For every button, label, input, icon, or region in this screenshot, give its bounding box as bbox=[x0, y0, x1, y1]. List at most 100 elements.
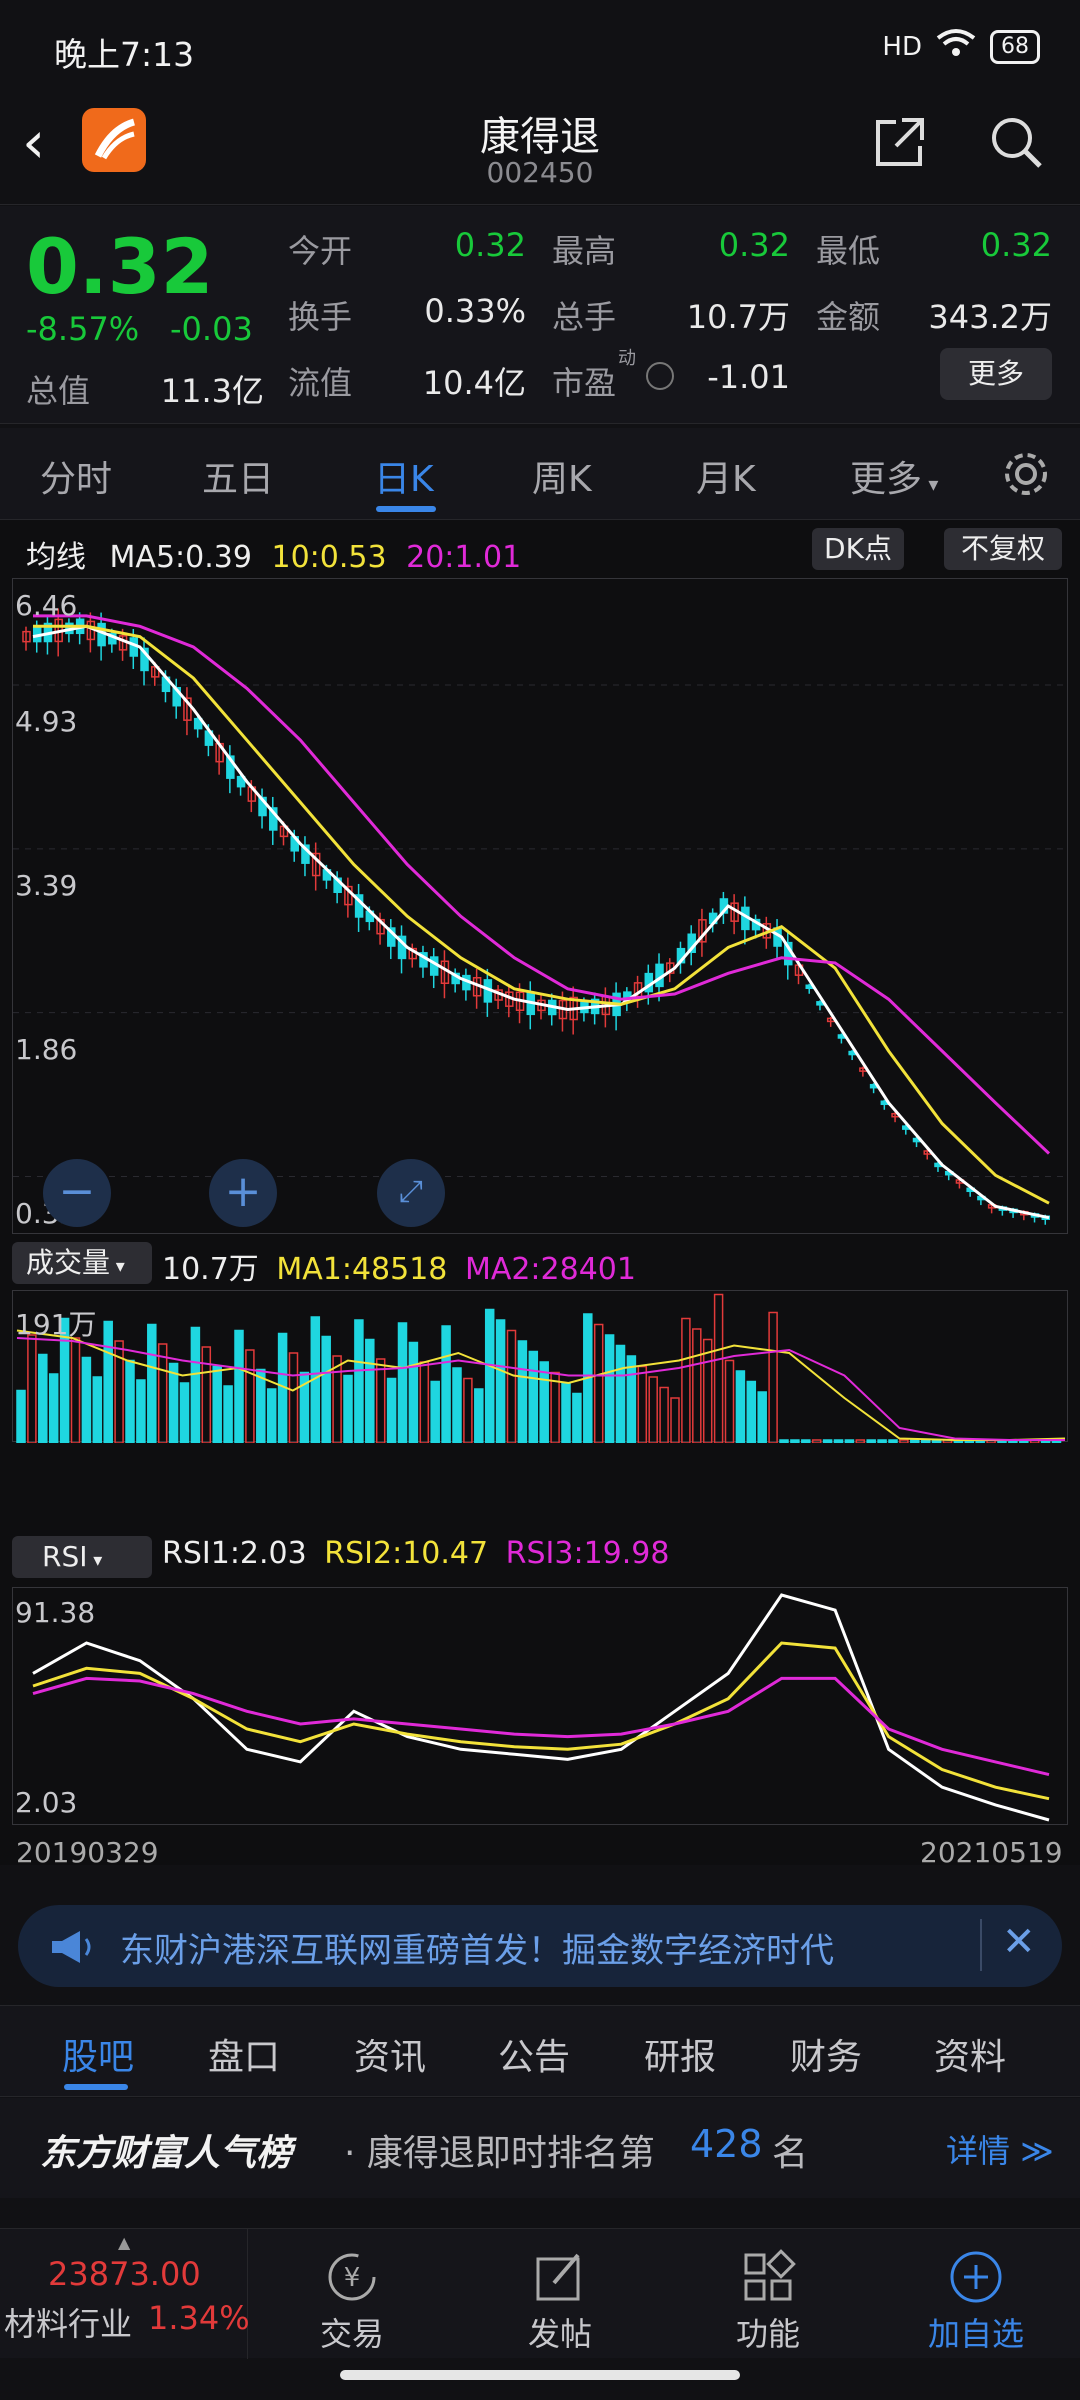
field-label: 金额 bbox=[816, 298, 881, 336]
dk-button[interactable]: DK点 bbox=[812, 528, 904, 570]
volume-bar bbox=[103, 1320, 113, 1443]
wifi-icon bbox=[936, 28, 976, 65]
tab-research[interactable]: 研报 bbox=[644, 2028, 716, 2080]
tab-financials[interactable]: 财务 bbox=[790, 2028, 862, 2080]
volume-bar bbox=[670, 1397, 680, 1443]
volume-bar bbox=[713, 1293, 724, 1443]
change-pct: -8.57% bbox=[26, 310, 140, 348]
series-line-MA5 bbox=[32, 624, 1050, 1220]
volume-bar bbox=[866, 1439, 876, 1443]
volume-ma1: MA1:48518 bbox=[276, 1252, 448, 1287]
volume-bar bbox=[38, 1353, 48, 1443]
current-price: 0.32 bbox=[26, 222, 214, 311]
trade-label: 交易 bbox=[319, 2315, 384, 2353]
trade-button[interactable]: ¥ 交易 bbox=[248, 2229, 456, 2359]
promo-banner[interactable]: 东财沪港深互联网重磅首发！掘金数字经济时代 ✕ bbox=[18, 1905, 1062, 1987]
field-value: -1.01 bbox=[707, 358, 790, 396]
volume-bar bbox=[779, 1439, 789, 1443]
field-value: 10.4亿 bbox=[422, 364, 526, 402]
kline-chart bbox=[13, 608, 1069, 1225]
rsi-panel[interactable]: 91.38 2.03 bbox=[12, 1587, 1068, 1825]
volume-bar bbox=[430, 1380, 440, 1443]
share-icon[interactable] bbox=[872, 114, 928, 170]
ma-legend: 均线 MA5:0.39 10:0.53 20:1.01 bbox=[26, 532, 521, 576]
grid-icon bbox=[740, 2249, 796, 2305]
rsi-selector[interactable]: RSI ▾ bbox=[12, 1536, 152, 1578]
field-label: 市盈 bbox=[552, 364, 617, 402]
rank-detail-link[interactable]: 详情 ≫ bbox=[946, 2126, 1054, 2172]
nav-bar: ‹ 康得退 002450 bbox=[0, 100, 1080, 205]
date-end: 20210519 bbox=[920, 1836, 1063, 1869]
zoom-in-button[interactable]: + bbox=[209, 1159, 277, 1227]
info-icon[interactable] bbox=[646, 362, 674, 390]
gear-icon[interactable] bbox=[998, 446, 1054, 502]
volume-bar bbox=[615, 1344, 626, 1443]
close-icon[interactable]: ✕ bbox=[1002, 1919, 1036, 1965]
post-button[interactable]: 发帖 bbox=[456, 2229, 664, 2359]
volume-bar bbox=[648, 1376, 658, 1443]
rank-text: · 康得退即时排名第 bbox=[344, 2133, 655, 2174]
tab-news[interactable]: 资讯 bbox=[354, 2028, 426, 2080]
volume-bar bbox=[256, 1368, 266, 1443]
volume-bar bbox=[125, 1359, 135, 1443]
tab-weekly-k[interactable]: 周K bbox=[532, 450, 592, 502]
volume-bar bbox=[365, 1338, 375, 1443]
megaphone-icon bbox=[48, 1927, 96, 1971]
tab-forum[interactable]: 股吧 bbox=[62, 2028, 134, 2080]
ma20-value: 20:1.01 bbox=[406, 540, 522, 575]
yen-cycle-icon: ¥ bbox=[324, 2249, 380, 2305]
volume-bar bbox=[735, 1370, 746, 1443]
field-value: 0.32 bbox=[718, 226, 790, 264]
volume-bar bbox=[343, 1374, 353, 1443]
post-label: 发帖 bbox=[527, 2315, 592, 2353]
functions-button[interactable]: 功能 bbox=[664, 2229, 872, 2359]
popularity-rank[interactable]: 东方财富人气榜 · 康得退即时排名第 428 名 详情 ≫ bbox=[0, 2098, 1080, 2198]
adjust-button[interactable]: 不复权 bbox=[944, 528, 1062, 570]
volume-bar bbox=[266, 1388, 277, 1443]
add-watchlist-button[interactable]: 加自选 bbox=[872, 2229, 1080, 2359]
home-indicator bbox=[340, 2370, 740, 2380]
volume-selector[interactable]: 成交量 ▾ bbox=[12, 1242, 152, 1284]
volume-bar bbox=[561, 1382, 571, 1443]
volume-bar bbox=[157, 1343, 168, 1443]
search-icon[interactable] bbox=[988, 114, 1044, 170]
field-value: 0.33% bbox=[424, 292, 526, 330]
volume-bar bbox=[888, 1439, 898, 1443]
fullscreen-button[interactable]: ⤢ bbox=[377, 1159, 445, 1227]
volume-chart bbox=[16, 1293, 1066, 1443]
index-value: 23873.00 bbox=[48, 2255, 201, 2293]
tab-orderbook[interactable]: 盘口 bbox=[208, 2028, 280, 2080]
volume-bar bbox=[201, 1346, 212, 1443]
volume-panel[interactable]: 191万 bbox=[12, 1290, 1068, 1443]
active-tab-indicator bbox=[64, 2084, 128, 2090]
volume-bar bbox=[528, 1350, 539, 1443]
volume-bar bbox=[692, 1328, 702, 1443]
volume-bar bbox=[877, 1439, 887, 1443]
field-value: 0.32 bbox=[980, 226, 1052, 264]
field-value: 0.32 bbox=[454, 226, 526, 264]
industry-index[interactable]: ▲ 23873.00 材料行业 1.34% bbox=[0, 2229, 250, 2359]
field-label: 换手 bbox=[288, 298, 353, 336]
market-cap-label: 总值 bbox=[26, 372, 91, 410]
volume-bar bbox=[212, 1365, 222, 1443]
volume-bar bbox=[920, 1439, 931, 1443]
volume-bar bbox=[539, 1361, 549, 1443]
tab-daily-k[interactable]: 日K bbox=[374, 450, 434, 502]
ma10-value: 10:0.53 bbox=[271, 540, 387, 575]
volume-bar bbox=[495, 1319, 506, 1443]
tab-intraday[interactable]: 分时 bbox=[40, 450, 112, 502]
rsi-y-top: 91.38 bbox=[15, 1596, 96, 1629]
more-button[interactable]: 更多 bbox=[940, 348, 1052, 400]
tab-profile[interactable]: 资料 bbox=[934, 2028, 1006, 2080]
tab-more[interactable]: 更多 ▾ bbox=[850, 450, 938, 502]
zoom-out-button[interactable]: − bbox=[43, 1159, 111, 1227]
kline-panel[interactable]: 6.46 4.93 3.39 1.86 0.32 − + ⤢ bbox=[12, 578, 1069, 1234]
tab-monthly-k[interactable]: 月K bbox=[696, 450, 756, 502]
series-line-RSI1 bbox=[32, 1593, 1050, 1822]
volume-bar bbox=[452, 1367, 462, 1443]
tab-five-day[interactable]: 五日 bbox=[202, 450, 274, 502]
field-value: 10.7万 bbox=[686, 298, 790, 336]
battery-icon: 68 bbox=[990, 29, 1040, 64]
tab-announcements[interactable]: 公告 bbox=[498, 2028, 570, 2080]
volume-bar bbox=[48, 1373, 59, 1443]
